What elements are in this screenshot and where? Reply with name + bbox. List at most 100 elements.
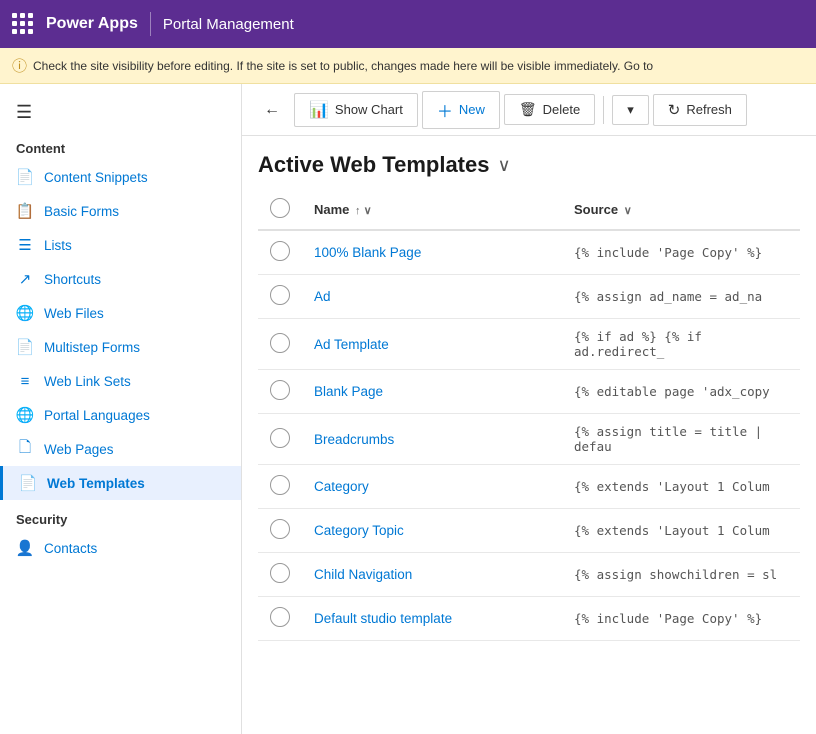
- delete-icon: 🗑: [519, 101, 537, 118]
- table-title-chevron-icon[interactable]: ∨: [497, 155, 510, 176]
- refresh-button[interactable]: ↻ Refresh: [653, 94, 747, 126]
- table-row: Category {% extends 'Layout 1 Colum: [258, 465, 800, 509]
- row-name-link[interactable]: Blank Page: [314, 384, 383, 399]
- row-name-cell: 100% Blank Page: [302, 230, 562, 275]
- sidebar-item-basic-forms[interactable]: 📋 Basic Forms: [0, 194, 241, 228]
- portal-languages-icon: 🌐: [16, 406, 34, 424]
- table-row: Ad {% assign ad_name = ad_na: [258, 275, 800, 319]
- portal-name: Portal Management: [163, 16, 294, 33]
- source-sort-icon[interactable]: ∨: [624, 205, 632, 217]
- web-pages-icon: 🗋: [16, 440, 34, 458]
- table-row: Blank Page {% editable page 'adx_copy: [258, 370, 800, 414]
- app-name: Power Apps: [46, 15, 138, 33]
- sidebar-item-label: Shortcuts: [44, 272, 101, 287]
- table-title-row: Active Web Templates ∨: [258, 136, 800, 190]
- sidebar-item-portal-languages[interactable]: 🌐 Portal Languages: [0, 398, 241, 432]
- row-checkbox-0[interactable]: [270, 241, 290, 261]
- name-column-header[interactable]: Name ↑ ∨: [302, 190, 562, 230]
- source-column-header[interactable]: Source ∨: [562, 190, 800, 230]
- row-select-cell[interactable]: [258, 370, 302, 414]
- chevron-dropdown-button[interactable]: ▾: [612, 95, 649, 125]
- sidebar-item-lists[interactable]: ☰ Lists: [0, 228, 241, 262]
- row-checkbox-8[interactable]: [270, 607, 290, 627]
- shortcuts-icon: ↗: [16, 270, 34, 288]
- row-select-cell[interactable]: [258, 597, 302, 641]
- table-container: Active Web Templates ∨ Name ↑ ∨ Sou: [242, 136, 816, 734]
- show-chart-icon: 📊: [309, 100, 329, 120]
- row-checkbox-7[interactable]: [270, 563, 290, 583]
- row-source-cell: {% editable page 'adx_copy: [562, 370, 800, 414]
- row-checkbox-2[interactable]: [270, 333, 290, 353]
- table-body: 100% Blank Page {% include 'Page Copy' %…: [258, 230, 800, 641]
- row-name-cell: Category: [302, 465, 562, 509]
- row-checkbox-1[interactable]: [270, 285, 290, 305]
- sidebar-item-label: Web Link Sets: [44, 374, 131, 389]
- multistep-forms-icon: 📄: [16, 338, 34, 356]
- row-name-link[interactable]: Category Topic: [314, 523, 404, 538]
- row-name-link[interactable]: 100% Blank Page: [314, 245, 421, 260]
- row-name-link[interactable]: Ad: [314, 289, 331, 304]
- row-checkbox-6[interactable]: [270, 519, 290, 539]
- sidebar-item-shortcuts[interactable]: ↗ Shortcuts: [0, 262, 241, 296]
- sidebar-item-web-pages[interactable]: 🗋 Web Pages: [0, 432, 241, 466]
- warning-icon: ⓘ: [12, 55, 27, 76]
- web-templates-icon: 📄: [19, 474, 37, 492]
- table-row: Default studio template {% include 'Page…: [258, 597, 800, 641]
- toolbar-divider: [603, 96, 604, 124]
- table-row: Breadcrumbs {% assign title = title | de…: [258, 414, 800, 465]
- security-section-title: Security: [0, 500, 241, 531]
- row-name-link[interactable]: Child Navigation: [314, 567, 412, 582]
- row-name-link[interactable]: Ad Template: [314, 337, 389, 352]
- row-select-cell[interactable]: [258, 465, 302, 509]
- row-source-cell: {% include 'Page Copy' %}: [562, 597, 800, 641]
- web-templates-table: Name ↑ ∨ Source ∨ 100% Blank Page {% inc…: [258, 190, 800, 641]
- row-name-cell: Category Topic: [302, 509, 562, 553]
- app-launcher-icon[interactable]: [12, 13, 34, 35]
- table-row: Category Topic {% extends 'Layout 1 Colu…: [258, 509, 800, 553]
- row-select-cell[interactable]: [258, 553, 302, 597]
- sidebar-item-multistep-forms[interactable]: 📄 Multistep Forms: [0, 330, 241, 364]
- back-button[interactable]: ←: [254, 95, 290, 125]
- name-sort-icon[interactable]: ↑ ∨: [355, 205, 372, 217]
- row-source-cell: {% assign ad_name = ad_na: [562, 275, 800, 319]
- sidebar-item-contacts[interactable]: 👤 Contacts: [0, 531, 241, 565]
- row-name-link[interactable]: Category: [314, 479, 369, 494]
- row-source-cell: {% include 'Page Copy' %}: [562, 230, 800, 275]
- table-row: Ad Template {% if ad %} {% if ad.redirec…: [258, 319, 800, 370]
- row-select-cell[interactable]: [258, 414, 302, 465]
- hamburger-menu[interactable]: ☰: [0, 92, 241, 133]
- basic-forms-icon: 📋: [16, 202, 34, 220]
- row-name-link[interactable]: Breadcrumbs: [314, 432, 394, 447]
- row-checkbox-4[interactable]: [270, 428, 290, 448]
- row-source-cell: {% assign title = title | defau: [562, 414, 800, 465]
- row-name-link[interactable]: Default studio template: [314, 611, 452, 626]
- sidebar-item-label: Web Templates: [47, 476, 145, 491]
- sidebar-item-web-files[interactable]: 🌐 Web Files: [0, 296, 241, 330]
- select-all-checkbox[interactable]: [270, 198, 290, 218]
- row-select-cell[interactable]: [258, 230, 302, 275]
- refresh-icon: ↻: [668, 101, 681, 119]
- plus-icon: ＋: [437, 98, 453, 122]
- new-button[interactable]: ＋ New: [422, 91, 500, 129]
- sidebar-item-label: Web Files: [44, 306, 104, 321]
- row-select-cell[interactable]: [258, 509, 302, 553]
- delete-button[interactable]: 🗑 Delete: [504, 94, 595, 125]
- sidebar-item-label: Basic Forms: [44, 204, 119, 219]
- sidebar-item-web-templates[interactable]: 📄 Web Templates: [0, 466, 241, 500]
- sidebar-item-content-snippets[interactable]: 📄 Content Snippets: [0, 160, 241, 194]
- row-checkbox-5[interactable]: [270, 475, 290, 495]
- row-name-cell: Breadcrumbs: [302, 414, 562, 465]
- row-name-cell: Blank Page: [302, 370, 562, 414]
- sidebar: ☰ Content 📄 Content Snippets 📋 Basic For…: [0, 84, 242, 734]
- row-select-cell[interactable]: [258, 319, 302, 370]
- row-checkbox-3[interactable]: [270, 380, 290, 400]
- row-name-cell: Ad Template: [302, 319, 562, 370]
- table-title: Active Web Templates: [258, 152, 489, 178]
- show-chart-button[interactable]: 📊 Show Chart: [294, 93, 418, 127]
- select-all-header[interactable]: [258, 190, 302, 230]
- sidebar-item-label: Lists: [44, 238, 72, 253]
- row-select-cell[interactable]: [258, 275, 302, 319]
- table-header-row: Name ↑ ∨ Source ∨: [258, 190, 800, 230]
- sidebar-item-web-link-sets[interactable]: ≡ Web Link Sets: [0, 364, 241, 398]
- row-source-cell: {% assign showchildren = sl: [562, 553, 800, 597]
